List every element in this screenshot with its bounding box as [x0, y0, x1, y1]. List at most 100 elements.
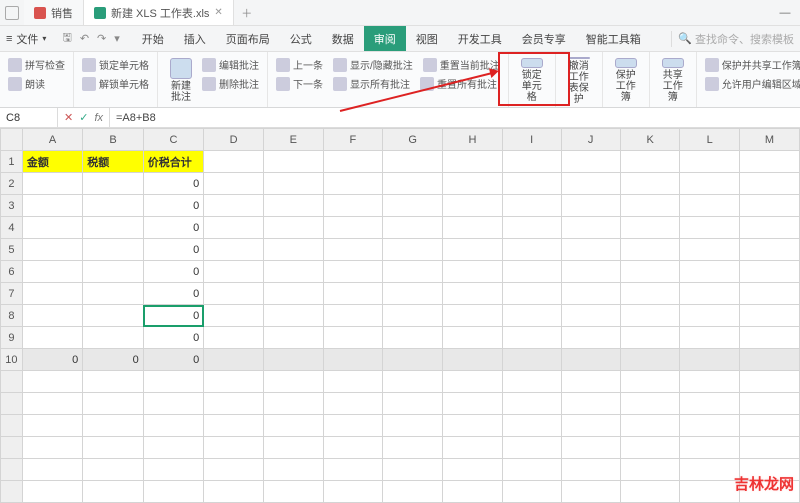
- col-header[interactable]: H: [443, 129, 503, 151]
- cell[interactable]: 价税合计: [143, 151, 203, 173]
- col-header[interactable]: E: [263, 129, 323, 151]
- qat-undo-icon[interactable]: ↶: [76, 32, 93, 45]
- titlebar: 销售 新建 XLS 工作表.xls ✕ ＋ —: [0, 0, 800, 26]
- col-header[interactable]: J: [561, 129, 620, 151]
- menu-data[interactable]: 数据: [322, 26, 364, 51]
- new-comment-button[interactable]: 新建批注: [164, 56, 198, 105]
- allow-edit-range-button[interactable]: 允许用户编辑区域: [703, 75, 800, 92]
- close-icon[interactable]: ✕: [214, 7, 222, 18]
- cell[interactable]: 0: [22, 349, 82, 371]
- workbook-tab-2[interactable]: 新建 XLS 工作表.xls ✕: [84, 0, 234, 25]
- cell[interactable]: [323, 151, 383, 173]
- select-all-corner[interactable]: [1, 129, 23, 151]
- qat-more-icon[interactable]: ▾: [110, 32, 124, 45]
- cell[interactable]: [443, 151, 503, 173]
- qat-save-icon[interactable]: 🖫: [58, 29, 75, 48]
- row-header[interactable]: 2: [1, 173, 23, 195]
- col-header[interactable]: L: [680, 129, 739, 151]
- menu-view[interactable]: 视图: [406, 26, 448, 51]
- col-header[interactable]: B: [83, 129, 143, 151]
- show-all-comments-button[interactable]: 显示所有批注: [331, 75, 412, 92]
- cell[interactable]: [22, 173, 82, 195]
- row-header[interactable]: [1, 459, 23, 481]
- cell[interactable]: [502, 151, 561, 173]
- new-tab-button[interactable]: ＋: [234, 0, 260, 25]
- edit-comment-button[interactable]: 编辑批注: [200, 56, 261, 73]
- protect-workbook-button[interactable]: 保护工作簿: [609, 56, 643, 105]
- cell[interactable]: 金额: [22, 151, 82, 173]
- cell[interactable]: [204, 151, 264, 173]
- protect-share-button[interactable]: 保护并共享工作簿: [703, 56, 800, 73]
- cell[interactable]: [263, 151, 323, 173]
- col-header[interactable]: M: [739, 129, 799, 151]
- col-header[interactable]: A: [22, 129, 82, 151]
- formula-input[interactable]: =A8+B8: [110, 112, 162, 124]
- col-header[interactable]: I: [502, 129, 561, 151]
- cell[interactable]: [83, 173, 143, 195]
- cell[interactable]: [561, 151, 620, 173]
- cell[interactable]: 0: [143, 195, 203, 217]
- cell[interactable]: 0: [143, 349, 203, 371]
- read-aloud-button[interactable]: 朗读: [6, 75, 47, 92]
- col-header[interactable]: C: [143, 129, 203, 151]
- col-header[interactable]: G: [383, 129, 443, 151]
- menu-developer[interactable]: 开发工具: [448, 26, 512, 51]
- menu-insert[interactable]: 插入: [174, 26, 216, 51]
- name-box[interactable]: C8: [0, 108, 58, 127]
- unlock-cell-button[interactable]: 解锁单元格: [80, 75, 151, 92]
- cell[interactable]: 0: [143, 261, 203, 283]
- toggle-comment-button[interactable]: 显示/隐藏批注: [331, 56, 415, 73]
- row-header[interactable]: 1: [1, 151, 23, 173]
- cell[interactable]: 税额: [83, 151, 143, 173]
- spellcheck-button[interactable]: 拼写检查: [6, 56, 67, 73]
- row-header[interactable]: 8: [1, 305, 23, 327]
- col-header[interactable]: D: [204, 129, 264, 151]
- shield-icon: [568, 57, 590, 59]
- spreadsheet-grid[interactable]: A B C D E F G H I J K L M 1 金额 税额 价税合计 2…: [0, 128, 800, 503]
- row-header[interactable]: 4: [1, 217, 23, 239]
- menu-review[interactable]: 审阅: [364, 26, 406, 51]
- menu-pagelayout[interactable]: 页面布局: [216, 26, 280, 51]
- search-box[interactable]: 🔍 查找命令、搜索模板: [671, 31, 794, 47]
- prev-comment-button[interactable]: 上一条: [274, 56, 325, 73]
- cell[interactable]: 0: [143, 239, 203, 261]
- row-header[interactable]: [1, 415, 23, 437]
- cell[interactable]: [620, 151, 680, 173]
- cell[interactable]: 0: [143, 173, 203, 195]
- delete-comment-button[interactable]: 删除批注: [200, 75, 261, 92]
- row-header[interactable]: [1, 481, 23, 503]
- row-header[interactable]: 7: [1, 283, 23, 305]
- next-comment-button[interactable]: 下一条: [274, 75, 325, 92]
- cancel-icon[interactable]: ✕: [64, 111, 73, 124]
- row-header[interactable]: [1, 393, 23, 415]
- cell[interactable]: 0: [143, 217, 203, 239]
- cell[interactable]: 0: [83, 349, 143, 371]
- accept-icon[interactable]: ✓: [79, 111, 88, 124]
- menu-formula[interactable]: 公式: [280, 26, 322, 51]
- minimize-button[interactable]: —: [770, 0, 800, 25]
- menu-start[interactable]: 开始: [132, 26, 174, 51]
- row-header[interactable]: 3: [1, 195, 23, 217]
- share-workbook-button[interactable]: 共享工作簿: [656, 56, 690, 105]
- workbook-tab-1[interactable]: 销售: [24, 0, 84, 25]
- menu-member[interactable]: 会员专享: [512, 26, 576, 51]
- lock-cell-button[interactable]: 锁定单元格: [80, 56, 151, 73]
- col-header[interactable]: K: [620, 129, 680, 151]
- row-header[interactable]: [1, 371, 23, 393]
- cell[interactable]: 0: [143, 327, 203, 349]
- app-menu[interactable]: ≡ 文件 ▾: [0, 31, 52, 47]
- cell[interactable]: [383, 151, 443, 173]
- active-cell[interactable]: 0: [143, 305, 203, 327]
- cell[interactable]: [680, 151, 739, 173]
- menu-smarttools[interactable]: 智能工具箱: [576, 26, 651, 51]
- row-header[interactable]: 10: [1, 349, 23, 371]
- qat-redo-icon[interactable]: ↷: [93, 32, 110, 45]
- col-header[interactable]: F: [323, 129, 383, 151]
- row-header[interactable]: 9: [1, 327, 23, 349]
- row-header[interactable]: 5: [1, 239, 23, 261]
- fx-icon[interactable]: fx: [94, 112, 103, 124]
- cell[interactable]: 0: [143, 283, 203, 305]
- row-header[interactable]: [1, 437, 23, 459]
- cell[interactable]: [739, 151, 799, 173]
- row-header[interactable]: 6: [1, 261, 23, 283]
